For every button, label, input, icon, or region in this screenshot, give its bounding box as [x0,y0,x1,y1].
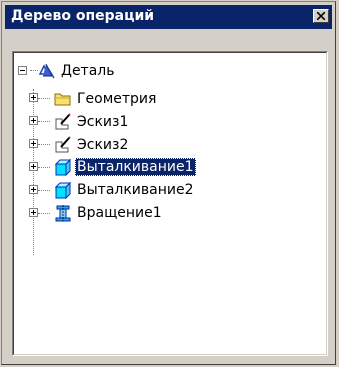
tree-node-label: Деталь [61,63,115,79]
root-collapse-toggle[interactable] [18,66,27,75]
close-icon [317,12,325,20]
sketch-icon [55,113,71,130]
expand-toggle[interactable] [29,185,38,194]
sketch-icon [55,136,71,153]
extrude-icon [54,181,72,199]
tree-node-extrude1[interactable]: Выталкивание1 [54,157,196,177]
tree-view[interactable]: Деталь Геометрия Эскиз1 Эскиз2 Выталкива… [12,51,328,356]
expand-toggle[interactable] [29,162,38,171]
expand-toggle[interactable] [29,139,38,148]
close-button[interactable] [313,9,329,23]
tree-node-extrude2[interactable]: Выталкивание2 [54,180,196,200]
tree-node-label: Геометрия [77,91,157,107]
tree-node-label: Выталкивание2 [77,182,194,198]
tree-node-revolve1[interactable]: Вращение1 [54,203,164,223]
revolve-icon [55,205,71,222]
part-icon [38,63,55,79]
folder-icon [54,93,71,106]
tree-node-label: Эскиз1 [77,114,129,130]
tree-node-label: Выталкивание1 [75,158,196,176]
tree-node-sketch1[interactable]: Эскиз1 [54,112,130,132]
expand-toggle[interactable] [29,208,38,217]
expand-toggle[interactable] [29,93,38,102]
extrude-icon [54,158,72,176]
tree-node-label: Вращение1 [77,205,162,221]
expand-toggle[interactable] [29,116,38,125]
tree-root-node[interactable]: Деталь [38,61,116,81]
tree-node-geometry[interactable]: Геометрия [54,89,158,109]
operations-tree-panel: Дерево операций Деталь Геометрия Эскиз1 … [1,1,336,365]
panel-title: Дерево операций [11,8,155,24]
tree-node-label: Эскиз2 [77,137,129,153]
tree-node-sketch2[interactable]: Эскиз2 [54,135,130,155]
panel-titlebar[interactable]: Дерево операций [5,5,332,29]
